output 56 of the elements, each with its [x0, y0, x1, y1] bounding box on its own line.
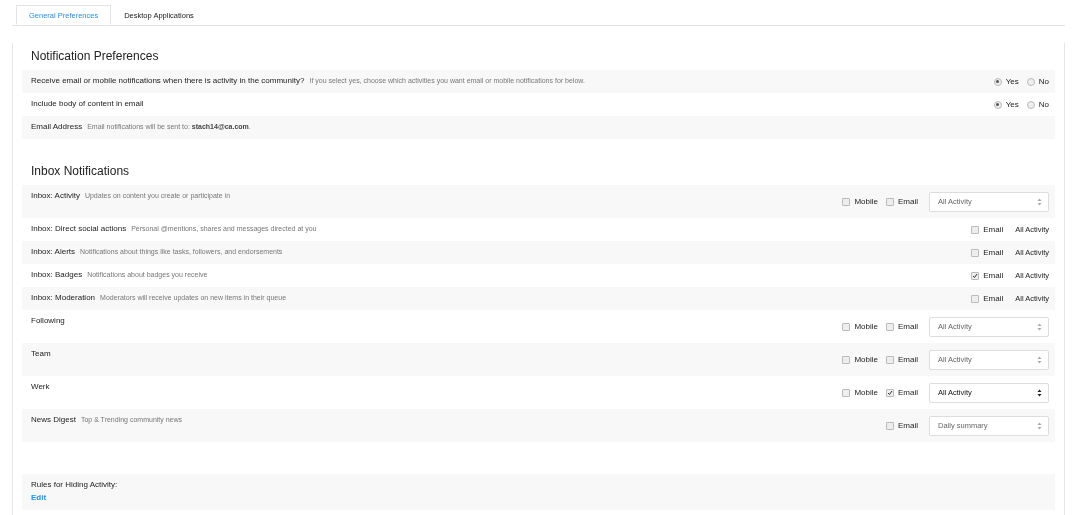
- rules-label: Rules for Hiding Activity:: [31, 480, 119, 489]
- checkbox[interactable]: [886, 388, 894, 397]
- checkbox[interactable]: [842, 388, 851, 397]
- email-checkbox[interactable]: Email: [886, 421, 918, 430]
- checkbox[interactable]: [971, 271, 980, 280]
- check-icon: [972, 272, 979, 279]
- setting-label: Inbox: Alerts: [31, 247, 76, 256]
- email-checkbox[interactable]: Email: [886, 322, 918, 331]
- setting-label: Inbox: Moderation: [31, 293, 96, 302]
- radio[interactable]: [993, 100, 1002, 109]
- checkbox[interactable]: [971, 225, 980, 234]
- email-checkbox[interactable]: Mobile: [842, 322, 878, 331]
- radio-option[interactable]: No: [1026, 77, 1049, 86]
- setting-label: Inbox: Badges: [31, 270, 83, 279]
- setting-label: Inbox: Activity: [31, 191, 80, 200]
- checkbox[interactable]: [886, 322, 894, 331]
- setting-label: Inbox: Direct social actions: [31, 224, 127, 233]
- check-icon: [887, 389, 893, 396]
- setting-label: Following: [31, 316, 65, 325]
- radio[interactable]: [1026, 77, 1035, 86]
- setting-label: Include body of content in email: [31, 99, 144, 108]
- checkbox[interactable]: [886, 197, 894, 206]
- radio-option[interactable]: No: [1026, 100, 1049, 109]
- radio-option[interactable]: Yes: [993, 77, 1019, 86]
- checkbox[interactable]: [971, 248, 980, 257]
- section-title: Inbox Notifications: [30, 163, 131, 178]
- checkbox[interactable]: [886, 421, 894, 430]
- email-checkbox[interactable]: Email: [971, 294, 1004, 303]
- email-checkbox[interactable]: Mobile: [842, 355, 878, 364]
- checkbox[interactable]: [842, 197, 851, 206]
- checkbox[interactable]: [886, 355, 894, 364]
- setting-label: News Digest: [31, 415, 76, 424]
- radio[interactable]: [1026, 100, 1035, 109]
- checkbox[interactable]: [842, 355, 851, 364]
- checkbox[interactable]: [971, 294, 980, 303]
- sort-arrows-icon: [1037, 322, 1042, 331]
- email-checkbox[interactable]: Email: [886, 355, 918, 364]
- email-checkbox[interactable]: Email: [971, 225, 1004, 234]
- email-checkbox[interactable]: Email: [971, 248, 1004, 257]
- email-checkbox[interactable]: Email: [971, 271, 1004, 280]
- setting-label: Receive email or mobile notifications when there is activity in the community?: [31, 76, 305, 85]
- sort-arrows-icon: [1037, 421, 1042, 430]
- checkbox[interactable]: [842, 322, 851, 331]
- setting-label: Werk: [31, 382, 50, 391]
- sort-arrows-icon: [1037, 388, 1042, 397]
- radio[interactable]: [993, 77, 1002, 86]
- setting-label: Email Address: [31, 122, 83, 131]
- radio-option[interactable]: Yes: [993, 100, 1019, 109]
- sort-arrows-icon: [1037, 197, 1042, 206]
- section-title: Notification Preferences: [30, 48, 160, 63]
- email-checkbox[interactable]: Mobile: [842, 388, 878, 397]
- sort-arrows-icon: [1037, 355, 1042, 364]
- email-checkbox[interactable]: Email: [886, 197, 918, 206]
- email-checkbox[interactable]: Mobile: [842, 197, 878, 206]
- email-checkbox[interactable]: Email: [886, 388, 918, 397]
- setting-label: Team: [31, 349, 51, 358]
